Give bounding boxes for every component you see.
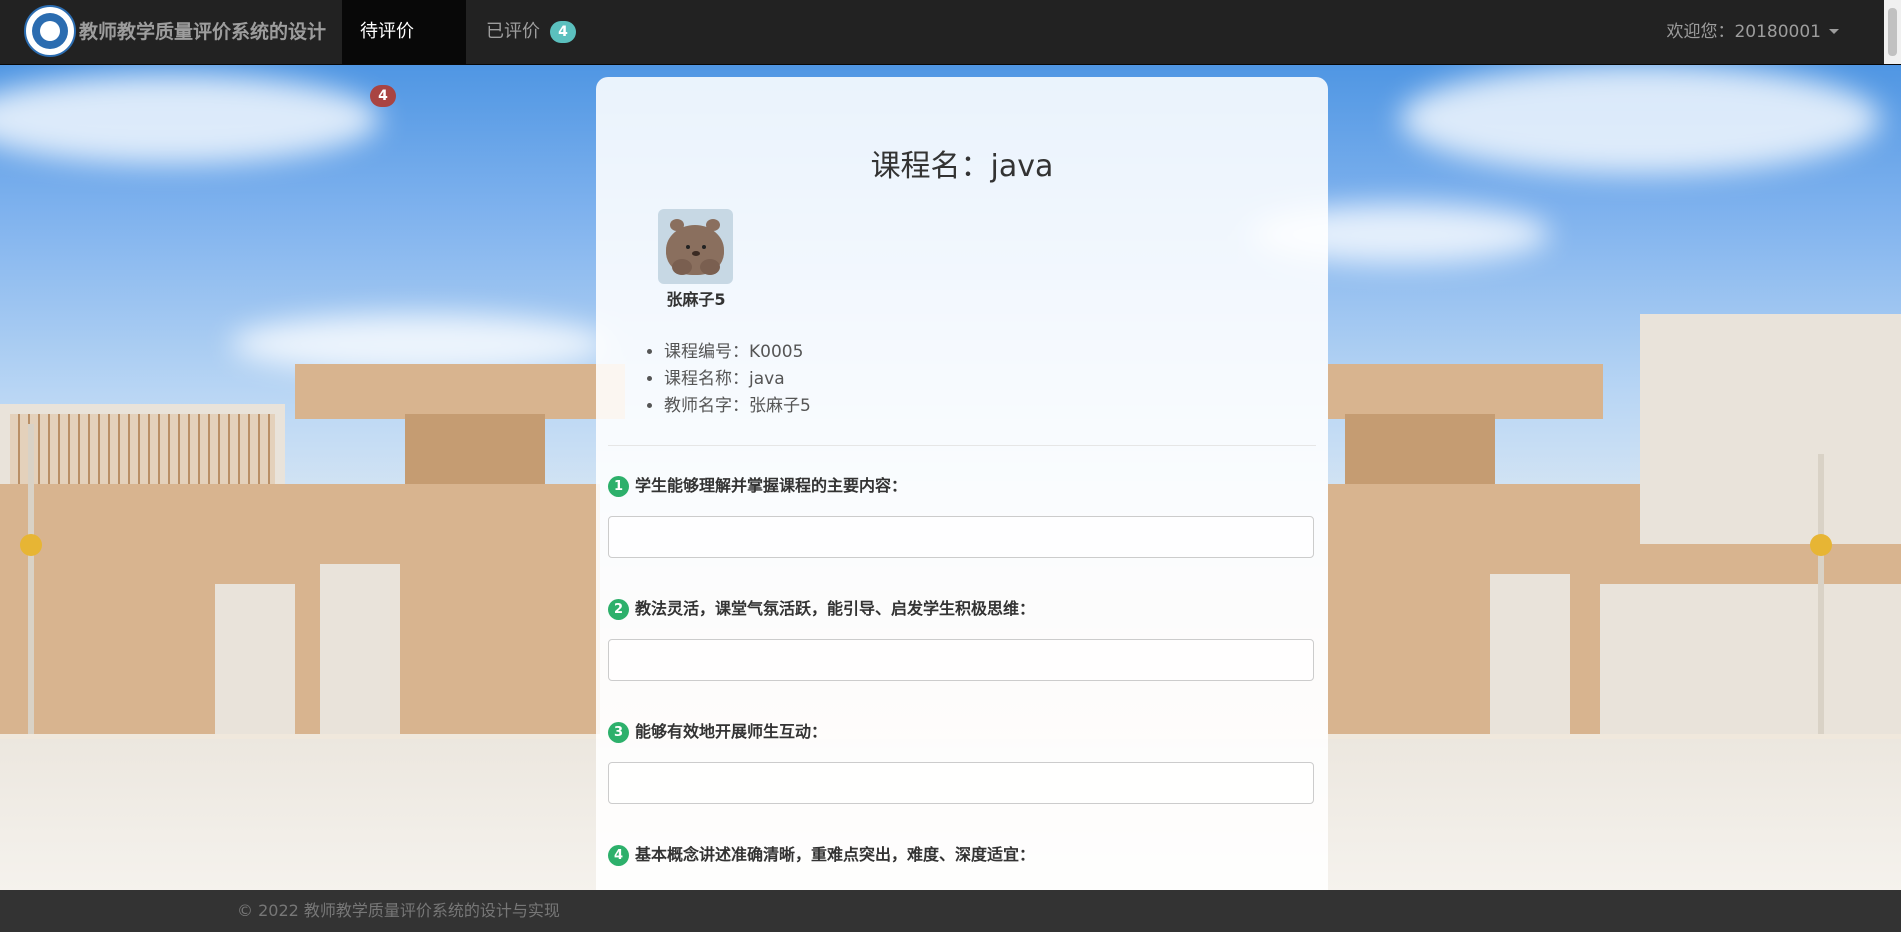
question-2-label: 2 教法灵活，课堂气氛活跃，能引导、启发学生积极思维： <box>608 595 1035 620</box>
teacher-name: 张麻子5 <box>666 290 726 309</box>
tab-completed-evaluation[interactable]: 已评价 4 <box>468 0 600 64</box>
question-2-input[interactable] <box>608 639 1314 681</box>
question-text: 基本概念讲述准确清晰，重难点突出，难度、深度适宜： <box>635 845 1036 864</box>
course-title: 课程名：java <box>870 149 1054 184</box>
question-number-badge: 4 <box>608 845 629 866</box>
welcome-text: 欢迎您：20180001 <box>1666 22 1821 42</box>
question-number-badge: 1 <box>608 476 629 497</box>
app-title[interactable]: 教师教学质量评价系统的设计 <box>79 0 326 64</box>
question-number-badge: 2 <box>608 599 629 620</box>
question-1-input[interactable] <box>608 516 1314 558</box>
scrollbar-thumb[interactable] <box>1888 8 1897 56</box>
list-item: 课程名称：java <box>664 366 811 393</box>
tab-pending-label: 待评价 <box>360 21 414 42</box>
footer-copyright: © 2022 教师教学质量评价系统的设计与实现 <box>237 901 560 920</box>
user-menu-dropdown[interactable]: 欢迎您：20180001 <box>1666 0 1839 64</box>
divider <box>608 445 1316 446</box>
pending-count-badge: 4 <box>370 85 396 107</box>
completed-count-badge: 4 <box>550 21 576 43</box>
tab-pending-evaluation[interactable]: 待评价 4 <box>342 0 466 107</box>
list-item: 教师名字：张麻子5 <box>664 393 811 420</box>
question-1-label: 1 学生能够理解并掌握课程的主要内容： <box>608 472 907 497</box>
question-3-input[interactable] <box>608 762 1314 804</box>
footer: © 2022 教师教学质量评价系统的设计与实现 <box>0 890 1901 932</box>
caret-down-icon <box>1829 29 1839 34</box>
evaluation-card: 课程名：java 张麻子5 课程编号：K0005 课程名称：java 教师名字：… <box>596 77 1328 890</box>
top-navbar: 教师教学质量评价系统的设计 待评价 4 已评价 4 欢迎您：20180001 <box>0 0 1901 107</box>
tab-completed-label: 已评价 <box>486 21 540 42</box>
list-item: 课程编号：K0005 <box>664 339 811 366</box>
teacher-avatar <box>658 209 733 284</box>
question-number-badge: 3 <box>608 722 629 743</box>
question-3-label: 3 能够有效地开展师生互动： <box>608 718 827 743</box>
question-text: 教法灵活，课堂气氛活跃，能引导、启发学生积极思维： <box>635 599 1036 618</box>
course-info-list: 课程编号：K0005 课程名称：java 教师名字：张麻子5 <box>644 339 811 420</box>
school-logo-icon[interactable] <box>24 5 76 57</box>
question-text: 学生能够理解并掌握课程的主要内容： <box>635 476 908 495</box>
question-4-label: 4 基本概念讲述准确清晰，重难点突出，难度、深度适宜： <box>608 841 1035 866</box>
scrollbar[interactable] <box>1884 0 1901 64</box>
question-text: 能够有效地开展师生互动： <box>635 722 828 741</box>
